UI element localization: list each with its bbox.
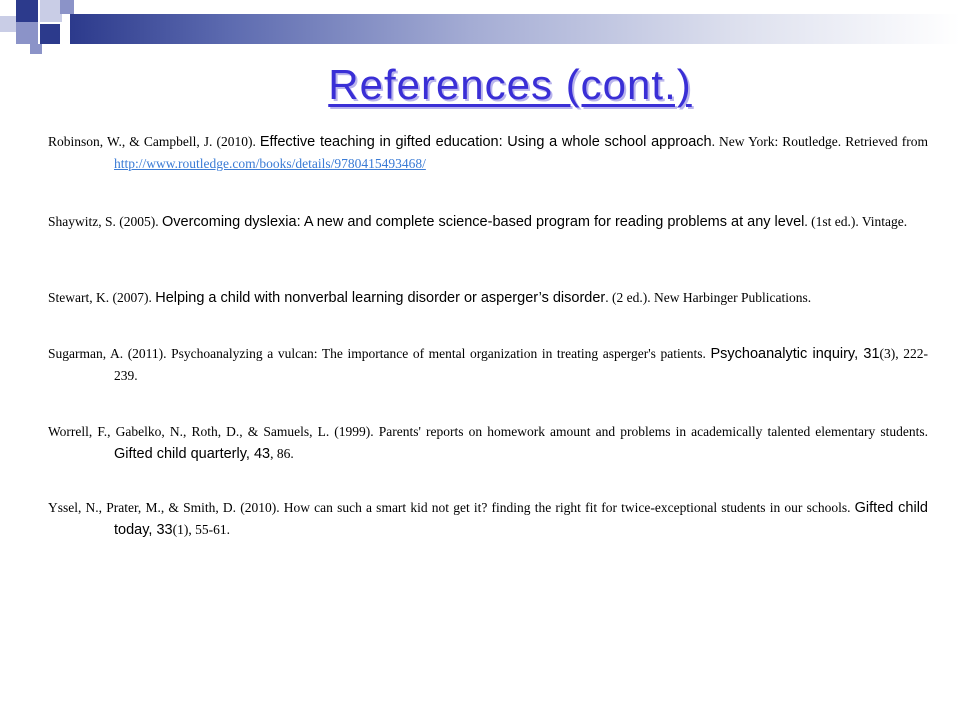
- reference-item: Worrell, F., Gabelko, N., Roth, D., & Sa…: [48, 421, 928, 465]
- reference-authors: Stewart, K. (2007).: [48, 290, 156, 305]
- top-decorative-band: [0, 0, 960, 54]
- decor-square: [16, 0, 38, 22]
- reference-item: Sugarman, A. (2011). Psychoanalyzing a v…: [48, 343, 928, 387]
- reference-authors: Yssel, N., Prater, M., & Smith, D. (2010…: [48, 500, 855, 515]
- reference-authors: Robinson, W., & Campbell, J. (2010).: [48, 134, 260, 149]
- decor-square: [30, 44, 42, 54]
- reference-authors: Shaywitz, S. (2005).: [48, 214, 162, 229]
- reference-item: Stewart, K. (2007). Helping a child with…: [48, 287, 928, 309]
- gradient-bar: [70, 14, 960, 44]
- decor-square: [16, 22, 38, 44]
- reference-details: , 86.: [270, 446, 294, 461]
- decor-square: [0, 16, 16, 32]
- decor-square: [40, 0, 62, 22]
- reference-item: Shaywitz, S. (2005). Overcoming dyslexia…: [48, 211, 928, 233]
- reference-authors: Worrell, F., Gabelko, N., Roth, D., & Sa…: [48, 424, 928, 439]
- reference-journal: Psychoanalytic inquiry, 31: [710, 346, 880, 362]
- reference-authors: Sugarman, A. (2011). Psychoanalyzing a v…: [48, 346, 711, 361]
- reference-title: Effective teaching in gifted education: …: [259, 134, 712, 150]
- decor-square: [60, 0, 74, 14]
- reference-title: Helping a child with nonverbal learning …: [155, 290, 606, 306]
- reference-item: Yssel, N., Prater, M., & Smith, D. (2010…: [48, 497, 928, 541]
- decor-square: [40, 24, 60, 44]
- reference-details: . (1st ed.). Vintage.: [804, 214, 908, 229]
- reference-link[interactable]: http://www.routledge.com/books/details/9…: [114, 156, 426, 171]
- reference-details: . (2 ed.). New Harbinger Publications.: [605, 290, 812, 305]
- reference-details: . New York: Routledge. Retrieved from: [711, 134, 928, 149]
- reference-journal: Gifted child quarterly, 43: [114, 446, 271, 462]
- reference-title: Overcoming dyslexia: A new and complete …: [162, 214, 805, 230]
- reference-details: (1), 55-61.: [172, 522, 230, 537]
- reference-item: Robinson, W., & Campbell, J. (2010). Eff…: [48, 131, 928, 175]
- page-title: References (cont.): [328, 61, 692, 108]
